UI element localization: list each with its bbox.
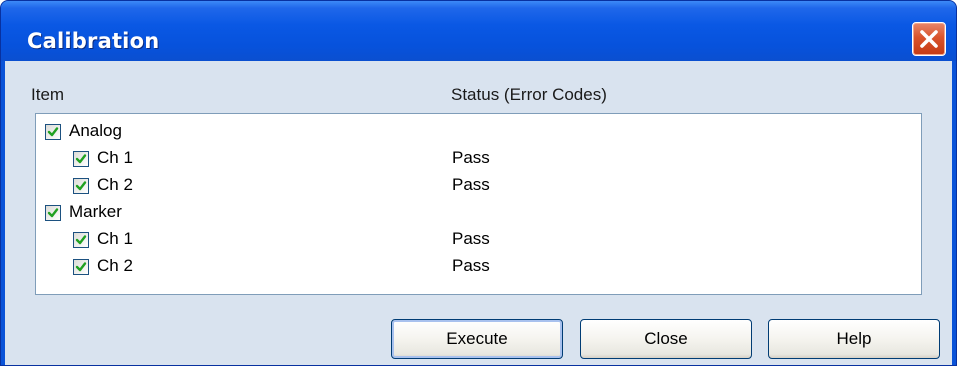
- tree-row-status: Pass: [452, 229, 490, 248]
- tree-row-marker[interactable]: Marker: [36, 200, 921, 227]
- tree-row-analog-ch2[interactable]: Ch 2 Pass: [36, 173, 921, 200]
- tree-row-status: Pass: [452, 256, 490, 275]
- close-icon[interactable]: [912, 22, 946, 56]
- title-bar[interactable]: Calibration: [1, 1, 956, 61]
- close-button[interactable]: Close: [580, 319, 752, 359]
- column-header-item: Item: [31, 85, 65, 104]
- tree-row-label: Ch 2: [97, 175, 133, 194]
- tree-row-label: Analog: [69, 121, 122, 140]
- help-button[interactable]: Help: [768, 319, 940, 359]
- checkbox-analog-ch1[interactable]: [73, 151, 89, 167]
- tree-row-label: Marker: [69, 202, 122, 221]
- tree-row-status: Pass: [452, 148, 490, 167]
- checkbox-analog[interactable]: [45, 124, 61, 140]
- checkbox-marker-ch1[interactable]: [73, 232, 89, 248]
- dialog-client-area: Item Status (Error Codes) Analog Ch 1 Pa…: [5, 61, 952, 365]
- tree-row-label: Ch 2: [97, 256, 133, 275]
- calibration-dialog: Calibration Item Status (Error Codes) An…: [0, 0, 957, 366]
- calibration-tree-list[interactable]: Analog Ch 1 Pass Ch 2 Pass Marker Ch 1 P…: [35, 113, 922, 295]
- execute-button[interactable]: Execute: [391, 319, 563, 359]
- checkbox-marker-ch2[interactable]: [73, 259, 89, 275]
- column-header-status: Status (Error Codes): [451, 85, 607, 104]
- tree-row-label: Ch 1: [97, 229, 133, 248]
- tree-row-label: Ch 1: [97, 148, 133, 167]
- tree-row-status: Pass: [452, 175, 490, 194]
- tree-row-analog-ch1[interactable]: Ch 1 Pass: [36, 146, 921, 173]
- checkbox-marker[interactable]: [45, 205, 61, 221]
- tree-row-analog[interactable]: Analog: [36, 119, 921, 146]
- checkbox-analog-ch2[interactable]: [73, 178, 89, 194]
- tree-row-marker-ch2[interactable]: Ch 2 Pass: [36, 254, 921, 281]
- tree-row-marker-ch1[interactable]: Ch 1 Pass: [36, 227, 921, 254]
- window-title: Calibration: [27, 29, 160, 53]
